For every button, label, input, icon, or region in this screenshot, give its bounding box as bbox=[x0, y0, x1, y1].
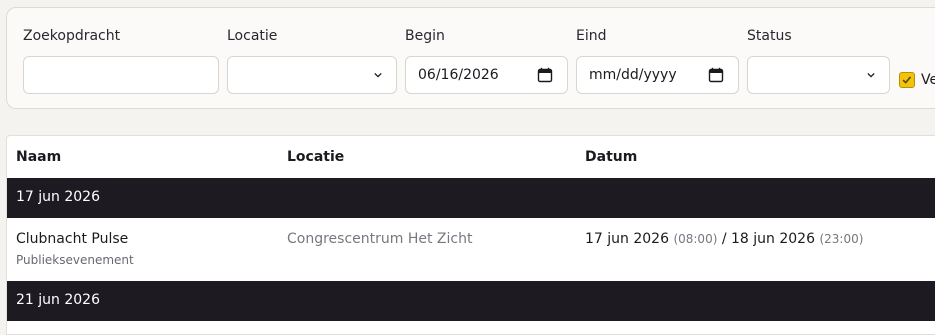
end-date-placeholder: mm/dd/yyyy bbox=[589, 67, 677, 83]
event-end-date: 18 jun 2026 bbox=[731, 231, 815, 247]
event-name[interactable]: Clubnacht Pulse bbox=[16, 231, 128, 247]
date-group-header: 17 jun 2026 bbox=[7, 178, 935, 218]
event-end-time: (23:00) bbox=[819, 232, 864, 246]
filter-panel: Zoekopdracht Locatie Begin 06/16/2026 Ei… bbox=[6, 7, 935, 109]
location-select[interactable] bbox=[227, 56, 397, 94]
event-date-range: 17 jun 2026 (08:00) / 18 jun 2026 (23:00… bbox=[585, 231, 863, 247]
event-type: Publieksevenement bbox=[16, 253, 134, 267]
column-header-name[interactable]: Naam bbox=[16, 149, 61, 165]
end-date-input[interactable]: mm/dd/yyyy bbox=[576, 56, 739, 94]
column-header-date[interactable]: Datum bbox=[585, 149, 637, 165]
table-row[interactable]: Clubnacht Pulse Publieksevenement Congre… bbox=[7, 218, 935, 278]
status-label: Status bbox=[747, 28, 792, 44]
search-input-box[interactable] bbox=[23, 56, 219, 94]
column-header-location[interactable]: Locatie bbox=[287, 149, 344, 165]
event-date-separator: / bbox=[721, 231, 727, 247]
chevron-down-icon bbox=[374, 72, 382, 78]
chevron-down-icon bbox=[867, 72, 875, 78]
filter-checkbox[interactable] bbox=[899, 72, 915, 88]
begin-label: Begin bbox=[405, 28, 445, 44]
search-label: Zoekopdracht bbox=[23, 28, 121, 44]
date-group-label: 21 jun 2026 bbox=[16, 292, 100, 308]
date-group-header: 21 jun 2026 bbox=[7, 281, 935, 321]
event-start-time: (08:00) bbox=[673, 232, 718, 246]
status-select[interactable] bbox=[747, 56, 890, 94]
end-label: Eind bbox=[576, 28, 607, 44]
begin-date-value: 06/16/2026 bbox=[418, 67, 499, 83]
event-location: Congrescentrum Het Zicht bbox=[287, 231, 473, 247]
event-start-date: 17 jun 2026 bbox=[585, 231, 669, 247]
location-label: Locatie bbox=[227, 28, 278, 44]
search-input[interactable] bbox=[24, 57, 218, 93]
events-table: Naam Locatie Datum 17 jun 2026 Clubnacht… bbox=[6, 135, 935, 335]
calendar-icon[interactable] bbox=[708, 67, 724, 83]
calendar-icon[interactable] bbox=[537, 67, 553, 83]
filter-checkbox-label: Ve bbox=[921, 72, 935, 88]
begin-date-input[interactable]: 06/16/2026 bbox=[405, 56, 568, 94]
date-group-label: 17 jun 2026 bbox=[16, 189, 100, 205]
checkmark-icon bbox=[902, 76, 912, 84]
